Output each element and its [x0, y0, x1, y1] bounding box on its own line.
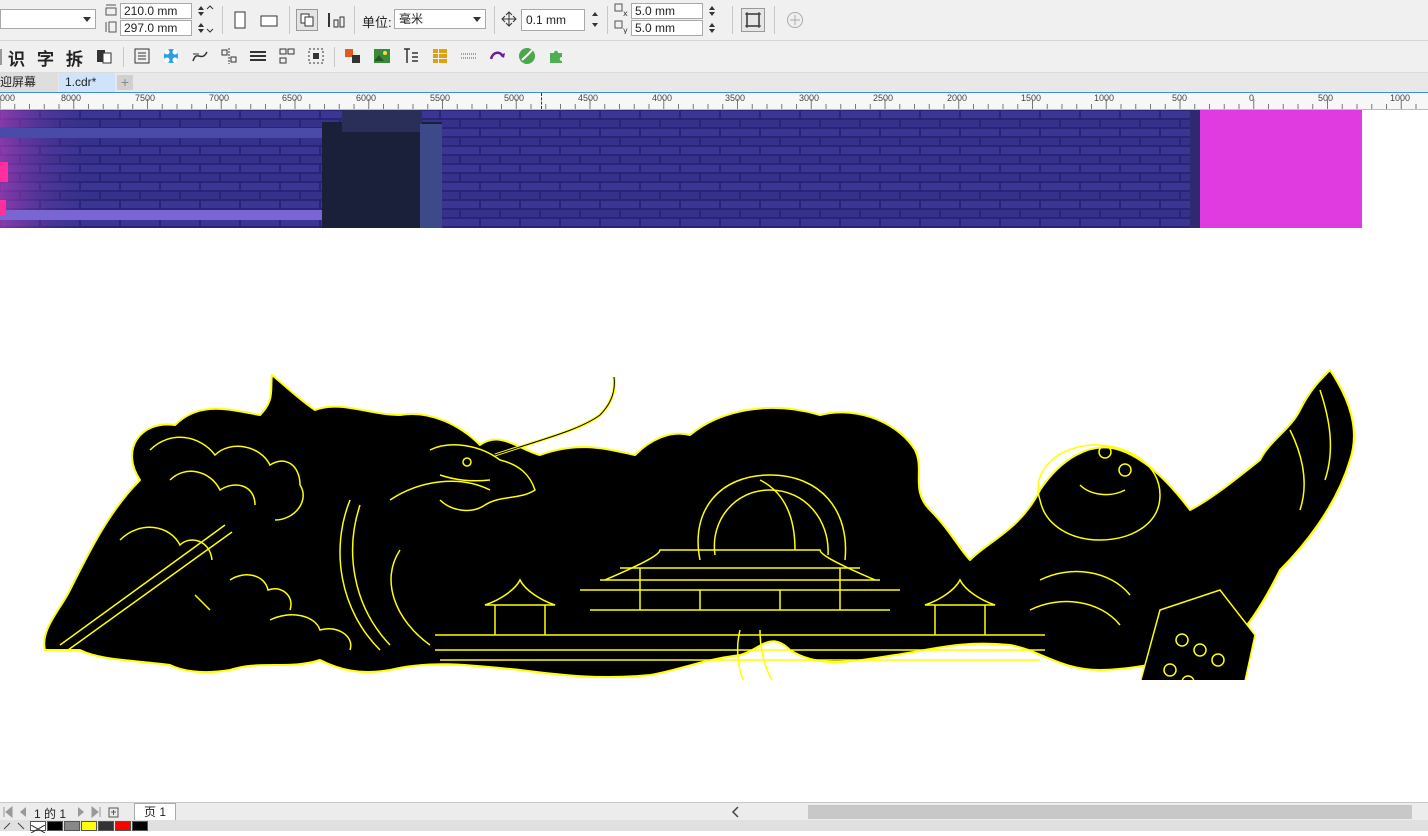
separator [123, 47, 124, 67]
lines-icon[interactable] [247, 45, 269, 67]
separator [334, 47, 335, 67]
duplicate-y-icon: y [614, 20, 630, 35]
select-icon[interactable] [305, 45, 327, 67]
separator [289, 6, 290, 34]
curve-icon[interactable] [189, 45, 211, 67]
page-navigator: 1 的 1 页 1 [0, 802, 1428, 821]
table-icon[interactable] [429, 45, 451, 67]
align-icon[interactable] [276, 45, 298, 67]
separator [774, 6, 775, 34]
puzzle-icon[interactable] [545, 45, 567, 67]
all-pages-icon[interactable] [296, 9, 318, 31]
height-icon [104, 20, 118, 34]
page-tab-strip [176, 803, 726, 821]
palette-swatch[interactable] [115, 821, 131, 831]
duplicate-x-icon: x [614, 3, 630, 18]
height-field[interactable]: 297.0 mm [120, 20, 192, 36]
list-icon[interactable] [131, 45, 153, 67]
ball-icon[interactable] [516, 45, 538, 67]
preset-dropdown[interactable] [0, 9, 96, 29]
nudge-field[interactable]: 0.1 mm [521, 9, 585, 31]
horizontal-ruler[interactable]: 000 8000 7500 7000 6500 6000 5500 5000 4… [0, 93, 1428, 110]
split-button[interactable]: 拆 [66, 45, 83, 70]
current-page-icon[interactable] [325, 9, 347, 31]
portrait-icon[interactable] [229, 9, 251, 31]
grid-dots-icon[interactable] [458, 45, 480, 67]
palette-swatch[interactable] [81, 821, 97, 831]
drawing-canvas[interactable] [0, 110, 1428, 802]
image-icon[interactable] [371, 45, 393, 67]
width-icon [104, 3, 118, 17]
new-tab-icon[interactable]: + [117, 75, 133, 90]
unit-label: 单位: [362, 15, 392, 30]
toolbar-grip[interactable] [0, 49, 2, 65]
dragon-artwork[interactable] [0, 250, 1428, 680]
text-columns-icon[interactable] [400, 45, 422, 67]
plugin-toolbar: 识 字 拆 [0, 41, 1428, 73]
nudge-icon [501, 11, 517, 27]
add-icon[interactable] [784, 9, 806, 31]
separator [354, 6, 355, 34]
no-fill-swatch[interactable] [30, 821, 46, 834]
page-tab[interactable]: 页 1 [134, 803, 176, 821]
distribute-icon[interactable] [218, 45, 240, 67]
next-page-icon[interactable] [76, 806, 124, 818]
lock-ratio-icon[interactable] [206, 5, 214, 33]
separator [494, 6, 495, 34]
copy-icon[interactable] [93, 45, 115, 67]
palette-scroll-icon[interactable] [2, 821, 28, 831]
duplicate-x-field[interactable]: 5.0 mm [631, 3, 703, 19]
palette-swatch[interactable] [47, 821, 63, 831]
duplicate-y-field[interactable]: 5.0 mm [631, 20, 703, 36]
separator [607, 6, 608, 34]
color-palette [0, 820, 1428, 834]
nudge-spinner[interactable] [586, 9, 608, 41]
first-page-icon[interactable] [2, 806, 34, 818]
text-button[interactable]: 字 [37, 45, 54, 70]
page-border-icon[interactable] [741, 8, 765, 32]
palette-swatch[interactable] [64, 821, 80, 831]
property-bar: 210.0 mm 297.0 mm 单位: 毫米 0.1 mm x 5.0 mm… [0, 0, 1428, 41]
svg-text:x: x [623, 9, 628, 17]
palette-swatch[interactable] [98, 821, 114, 831]
unit-dropdown[interactable]: 毫米 [394, 9, 486, 29]
scroll-left-icon[interactable] [730, 805, 742, 819]
ruler-cursor-marker [541, 93, 542, 109]
landscape-icon[interactable] [258, 9, 280, 31]
transform-icon[interactable] [487, 45, 509, 67]
tab-document[interactable]: 1.cdr* [59, 73, 115, 92]
tab-welcome[interactable]: 迎屏幕 [0, 73, 58, 92]
separator [732, 6, 733, 34]
document-tabs: 迎屏幕 1.cdr* + [0, 73, 1428, 92]
horizontal-scrollbar-thumb[interactable] [808, 805, 1412, 819]
ruler-ticks [0, 99, 1417, 109]
photo-image[interactable] [0, 110, 1362, 228]
shapes-color-icon[interactable] [342, 45, 364, 67]
recognize-text-button[interactable]: 识 [8, 45, 25, 70]
svg-text:y: y [623, 26, 628, 34]
palette-swatch[interactable] [132, 821, 148, 831]
separator [222, 6, 223, 34]
width-field[interactable]: 210.0 mm [120, 3, 192, 19]
pattern-icon[interactable] [160, 45, 182, 67]
unit-value: 毫米 [399, 12, 424, 26]
